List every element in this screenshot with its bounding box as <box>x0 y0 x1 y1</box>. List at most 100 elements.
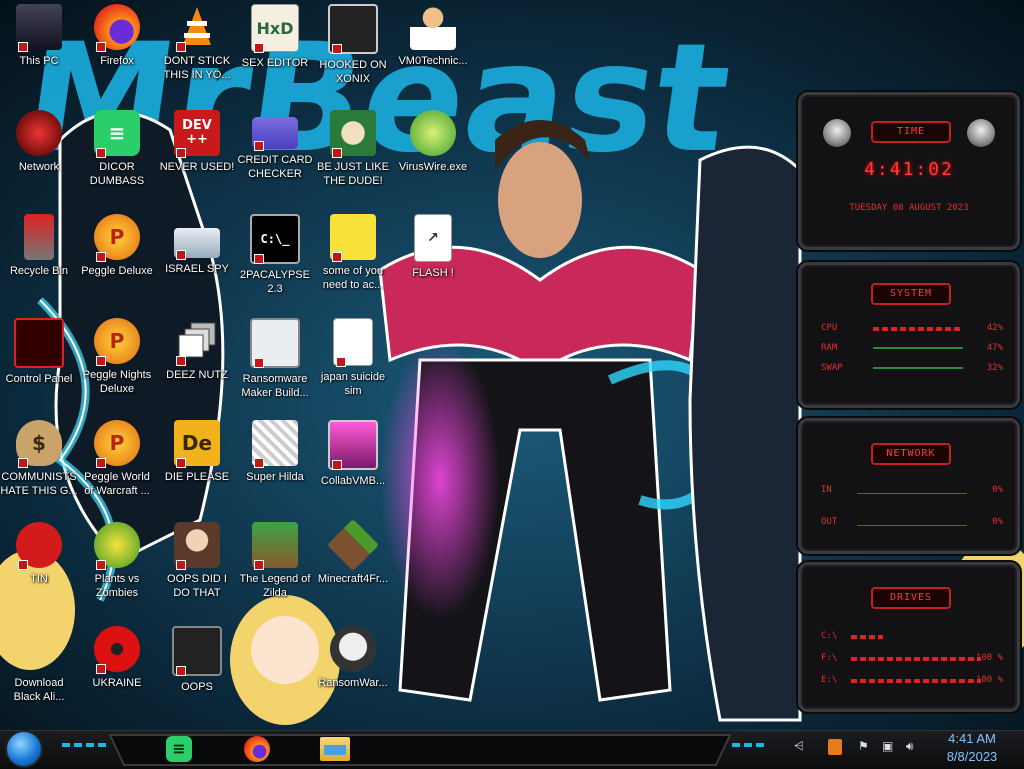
pixel-character-icon <box>252 420 298 468</box>
drive-f-row: F:\ 100 % <box>821 653 1003 667</box>
drive-c-row: C:\ <box>821 631 1003 645</box>
desktop-icon-label: DICOR DUMBASS <box>89 161 145 187</box>
desktop-icon-legend-of-zilda[interactable]: The Legend of Zilda <box>236 522 314 600</box>
desktop-icon-japan-suicide[interactable]: japan suicide sim <box>314 318 392 398</box>
desktop-icon-oops[interactable]: OOPS <box>158 626 236 694</box>
desktop-icon-tin[interactable]: TIN <box>0 522 78 586</box>
desktop-icon-label: FLASH ! <box>412 267 454 279</box>
green-chat-icon: ≡ <box>166 736 192 762</box>
network-gadget[interactable]: NETWORK IN 0% OUT 0% <box>798 418 1020 554</box>
row-key: E:\ <box>821 675 838 685</box>
gadget-header: SYSTEM <box>871 283 951 305</box>
desktop-icon-peggle-deluxe[interactable]: P Peggle Deluxe <box>78 214 156 278</box>
taskbar-clock[interactable]: 4:41 AM 8/8/2023 <box>930 730 1014 766</box>
desktop-icon-dickord[interactable]: ≡ DICOR DUMBASS <box>78 110 156 188</box>
desktop-icon-ransomwar[interactable]: RansomWar... <box>314 626 392 690</box>
desktop-icon-ransomware-maker[interactable]: Ransomware Maker Build... <box>236 318 314 400</box>
desktop-icon-label: japan suicide sim <box>320 371 386 397</box>
desktop-icon-collabvmb[interactable]: CollabVMB... <box>314 420 392 488</box>
system-gadget[interactable]: SYSTEM CPU 42% RAM 47% SWAP 32% <box>798 262 1020 408</box>
start-button[interactable] <box>5 730 43 768</box>
window-app-icon <box>250 318 300 368</box>
speaker-icon[interactable]: 🔊︎ <box>906 739 914 755</box>
flag-icon[interactable]: ⚑ <box>858 739 869 755</box>
desktop-icon-label: DEEZ NUTZ <box>166 369 228 381</box>
desktop-icon-label: Recycle Bin <box>9 265 69 277</box>
desktop-icon-super-hilda[interactable]: Super Hilda <box>236 420 314 484</box>
gadget-header: NETWORK <box>871 443 951 465</box>
desktop-icon-hooked-on-xonix[interactable]: HOOKED ON XONIX <box>314 4 392 86</box>
monitor-icon <box>16 4 62 52</box>
row-value: 100 % <box>975 653 1003 663</box>
taskbar-app-firefox[interactable] <box>240 732 274 766</box>
xonix-game-icon <box>328 4 378 54</box>
desktop-icon-ukraine[interactable]: UKRAINE <box>78 626 156 690</box>
red-creature-icon <box>16 522 62 570</box>
desktop-icon-viruswire[interactable]: VirusWire.exe <box>394 110 472 174</box>
desktop-icon-label: SEX EDITOR <box>241 57 309 69</box>
desktop-icon-vm0technic[interactable]: VM0Technic... <box>394 4 472 68</box>
gadget-header: DRIVES <box>871 587 951 609</box>
desktop-icon-peggle-nights[interactable]: P Peggle Nights Deluxe <box>78 318 156 396</box>
desktop-icon-label: Control Panel <box>5 373 73 385</box>
desktop-icon-label: Firefox <box>100 55 134 67</box>
desktop-icon-dont-stick[interactable]: DONT STICK THIS IN YO... <box>158 4 236 82</box>
desktop-icon-label: Download Black Ali... <box>13 677 65 703</box>
time-gadget[interactable]: TIME 4:41:02 TUESDAY 08 AUGUST 2023 <box>798 92 1020 250</box>
taskbar-app-spotify[interactable]: ≡ <box>162 732 196 766</box>
clock-date: 8/8/2023 <box>946 749 998 764</box>
desktop-icon-minecraft4fr[interactable]: Minecraft4Fr... <box>314 518 392 586</box>
drive-e-row: E:\ 100 % <box>821 675 1003 689</box>
desktop-icon-oops-did-i[interactable]: OOPS DID I DO THAT <box>158 522 236 600</box>
row-key: SWAP <box>821 363 843 373</box>
firefox-icon <box>94 4 140 52</box>
desktop-icon-label: Network <box>18 161 60 173</box>
gadget-clock: 4:41:02 <box>864 159 954 180</box>
desktop-icon-recycle-bin[interactable]: Recycle Bin <box>0 214 78 278</box>
desktop-icon-credit-card[interactable]: CREDIT CARD CHECKER <box>236 110 314 181</box>
desktop-icon-israel-spy[interactable]: ISRAEL SPY <box>158 214 236 276</box>
app-tray-icon[interactable] <box>828 739 842 755</box>
desktop-icon-deez-nutz[interactable]: DEEZ NUTZ <box>158 318 236 382</box>
desktop-icon-network[interactable]: Network <box>0 110 78 174</box>
desktop-icon-label: ISRAEL SPY <box>165 263 229 275</box>
gadget-date: TUESDAY 08 AUGUST 2023 <box>849 203 969 213</box>
dev-cpp-icon: DEV ++ <box>174 110 220 158</box>
desktop-icon-control-panel[interactable]: Control Panel <box>0 318 78 386</box>
drive-e-meter <box>851 679 981 683</box>
drives-gadget[interactable]: DRIVES C:\ F:\ 100 % E:\ 100 % <box>798 562 1020 712</box>
control-panel-icon <box>14 318 64 368</box>
folder-icon <box>320 737 350 761</box>
desktop-icon-peggle-world[interactable]: P Peggle World of Warcraft ... <box>78 420 156 498</box>
desktop-icon-die-please[interactable]: De DIE PLEASE <box>158 420 236 484</box>
alien-head-icon <box>967 119 995 147</box>
desktop-icon-plants-vs-zombies[interactable]: Plants vs Zombies <box>78 522 156 600</box>
desktop-icon-never-used[interactable]: DEV ++ NEVER USED! <box>158 110 236 174</box>
desktop-icon-label: The Legend of Zilda <box>239 573 311 599</box>
desktop-icon-download-black-ali[interactable]: Download Black Ali... <box>0 626 78 704</box>
desktop-icon-communists[interactable]: $ COMMUNISTS HATE THIS G... <box>0 420 78 498</box>
desktop-icon-label: Peggle Nights Deluxe <box>82 369 152 395</box>
desktop-icon-sex-editor[interactable]: HxD SEX EDITOR <box>236 4 314 70</box>
firefox-icon <box>244 736 270 762</box>
row-value: 42% <box>986 323 1003 333</box>
desktop-icon-be-just-like[interactable]: BE JUST LIKE THE DUDE! <box>314 110 392 188</box>
cpu-meter <box>873 327 963 331</box>
desktop-icon-this-pc[interactable]: This PC <box>0 4 78 68</box>
network-icon[interactable]: ▣ <box>882 739 893 755</box>
recycle-bin-icon <box>24 214 54 260</box>
plant-icon <box>94 522 140 570</box>
desktop-icon-label: TIN <box>30 573 48 585</box>
desktop-icon-label: VM0Technic... <box>398 55 468 67</box>
desktop-icon-2pacalypse[interactable]: C:\_ 2PACALYPSE 2.3 <box>236 214 314 296</box>
desktop-icon-label: Plants vs Zombies <box>94 573 140 599</box>
desktop-icon-label: RansomWar... <box>318 677 388 689</box>
clock-time: 4:41 AM <box>948 731 996 746</box>
desktop-icon-some-of-you[interactable]: some of you need to ac... <box>314 214 392 292</box>
network-globe-icon <box>16 110 62 156</box>
desktop-icon-flash[interactable]: ↗ FLASH ! <box>394 214 472 280</box>
desktop-icon-label: This PC <box>19 55 59 67</box>
show-desktop-chevron-icon[interactable]: ⩤ <box>794 739 804 755</box>
desktop-icon-firefox[interactable]: Firefox <box>78 4 156 68</box>
taskbar-app-file-explorer[interactable] <box>318 732 352 766</box>
